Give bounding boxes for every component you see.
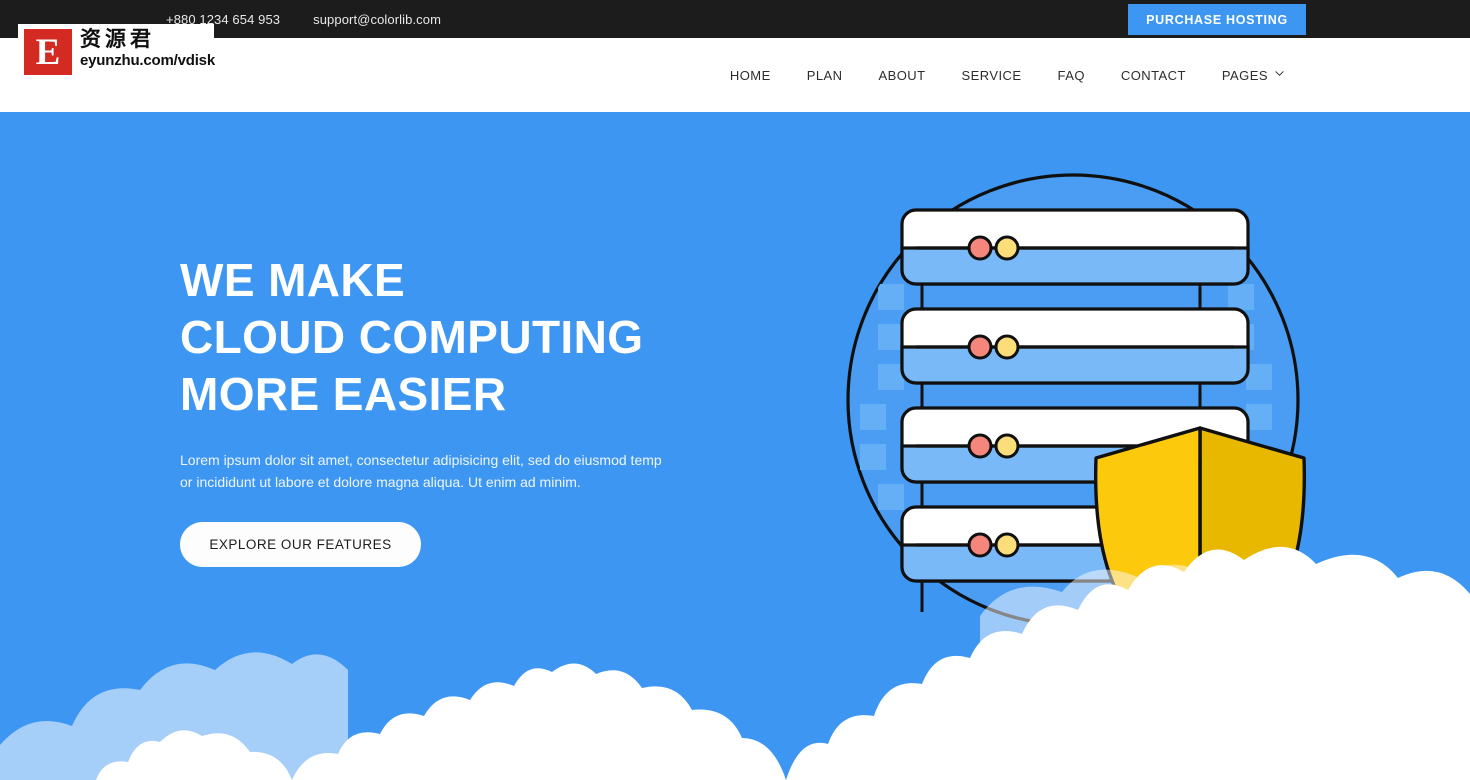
nav-item-plan[interactable]: PLAN	[789, 68, 861, 83]
hero-title-line-2: CLOUD COMPUTING	[180, 311, 644, 363]
main-navigation: HOME PLAN ABOUT SERVICE FAQ CONTACT PAGE…	[712, 38, 1470, 112]
nav-item-faq[interactable]: FAQ	[1040, 68, 1103, 83]
hero-subtitle-line-1: Lorem ipsum dolor sit amet, consectetur …	[180, 452, 662, 468]
hero-copy: WE MAKE CLOUD COMPUTING MORE EASIER Lore…	[180, 252, 740, 567]
watermark-url: eyunzhu.com/vdisk	[80, 52, 215, 69]
nav-label: FAQ	[1057, 67, 1085, 83]
watermark-letter-box: E	[24, 29, 72, 75]
hero-title-line-3: MORE EASIER	[180, 368, 507, 420]
nav-item-about[interactable]: ABOUT	[860, 68, 943, 83]
email-address[interactable]: support@colorlib.com	[313, 12, 441, 27]
nav-label: SERVICE	[961, 67, 1022, 83]
nav-label: ABOUT	[878, 67, 926, 83]
nav-label: CONTACT	[1120, 67, 1186, 83]
nav-item-pages[interactable]: PAGES	[1204, 68, 1302, 83]
hero-subtitle-line-2: or incididunt ut labore et dolore magna …	[180, 474, 581, 490]
nav-item-contact[interactable]: CONTACT	[1103, 68, 1204, 83]
explore-our-features-button[interactable]: EXPLORE OUR FEATURES	[180, 522, 421, 567]
nav-label: PAGES	[1221, 67, 1268, 83]
watermark-logo: E 资源君 eyunzhu.com/vdisk	[18, 24, 215, 88]
nav-item-service[interactable]: SERVICE	[944, 68, 1040, 83]
hero-title: WE MAKE CLOUD COMPUTING MORE EASIER	[180, 252, 740, 423]
watermark-letter: E	[35, 31, 61, 73]
top-bar: +880 1234 654 953 support@colorlib.com P…	[0, 0, 1470, 38]
site-header: HOME PLAN ABOUT SERVICE FAQ CONTACT PAGE…	[0, 38, 1470, 112]
hero-subtitle: Lorem ipsum dolor sit amet, consectetur …	[180, 449, 675, 493]
watermark-chinese: 资源君	[80, 27, 155, 51]
chevron-down-icon	[1275, 69, 1284, 78]
hero-section: WE MAKE CLOUD COMPUTING MORE EASIER Lore…	[0, 112, 1470, 780]
shield	[1093, 426, 1307, 643]
nav-label: PLAN	[806, 67, 843, 83]
nav-label: HOME	[729, 67, 771, 83]
hero-title-line-1: WE MAKE	[180, 254, 406, 306]
cloud-server-illustration	[820, 112, 1470, 780]
watermark-text: 资源君 eyunzhu.com/vdisk	[80, 27, 215, 70]
nav-item-home[interactable]: HOME	[712, 68, 789, 83]
purchase-hosting-button[interactable]: PURCHASE HOSTING	[1128, 4, 1306, 35]
